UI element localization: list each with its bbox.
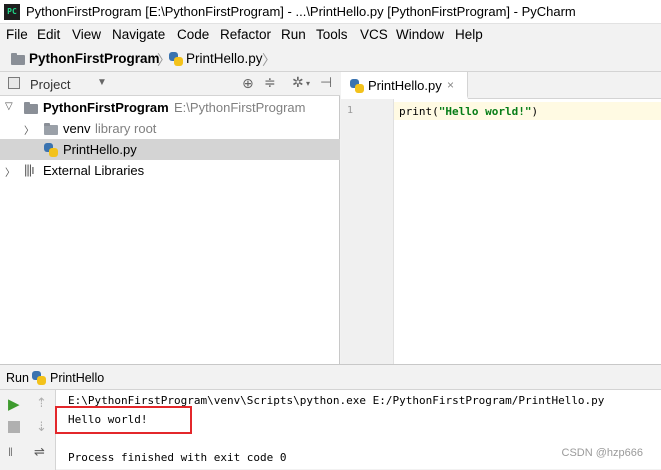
arrow-down-icon[interactable]: ⇣ [36, 419, 47, 435]
tree-item-label: venv [63, 121, 91, 136]
menu-code[interactable]: Code [177, 27, 209, 42]
collapse-all-icon[interactable]: ≑ [264, 74, 276, 91]
menu-bar: File Edit View Navigate Code Refactor Ru… [0, 24, 661, 46]
code-line[interactable]: print("Hello world!") [399, 105, 538, 118]
watermark: CSDN @hzp666 [561, 447, 643, 459]
code-string: "Hello world!" [438, 105, 532, 118]
tree-item-external-libraries[interactable]: 〉 |||ı External Libraries [0, 160, 340, 181]
run-config-name[interactable]: PrintHello [50, 371, 104, 385]
project-tool-window: Project ▼ ⊕ ≑ ✲ ▾ ⊣ ▽ PythonFirstProgram… [0, 72, 340, 364]
chevron-right-icon: 〉 [262, 52, 276, 68]
breadcrumb-file[interactable]: PrintHello.py [186, 51, 263, 66]
soft-wrap-icon[interactable]: ⇌ [34, 444, 45, 460]
arrow-up-icon[interactable]: ⇡ [36, 395, 47, 411]
annotation-highlight-box [55, 406, 192, 434]
tree-item-venv[interactable]: 〉 venv library root [0, 118, 340, 139]
library-folder-icon [44, 123, 58, 135]
menu-file[interactable]: File [6, 27, 28, 42]
close-icon[interactable]: × [447, 78, 454, 92]
chevron-down-icon[interactable]: ▼ [97, 77, 107, 88]
libraries-icon: |||ı [24, 162, 35, 177]
chevron-down-icon[interactable]: ▾ [306, 79, 310, 88]
run-toolbar: ▶ ⇡ ⇣ ‖ ⇌ [0, 390, 56, 470]
tab-label: PrintHello.py [368, 78, 442, 93]
title-bar: PC PythonFirstProgram [E:\PythonFirstPro… [0, 0, 661, 24]
menu-navigate[interactable]: Navigate [112, 27, 165, 42]
menu-run[interactable]: Run [281, 27, 306, 42]
menu-refactor[interactable]: Refactor [220, 27, 271, 42]
tree-item-hint: library root [95, 121, 157, 136]
folder-icon [24, 102, 38, 114]
code-paren: ) [531, 105, 539, 118]
menu-window[interactable]: Window [396, 27, 444, 42]
python-file-icon [169, 52, 183, 66]
rerun-icon[interactable]: ▶ [8, 395, 20, 413]
tree-item-label: PythonFirstProgram [43, 100, 169, 115]
menu-edit[interactable]: Edit [37, 27, 60, 42]
breadcrumb: PythonFirstProgram 〉 PrintHello.py 〉 [0, 46, 661, 72]
tree-item-project-root[interactable]: ▽ PythonFirstProgram E:\PythonFirstProgr… [0, 97, 340, 118]
menu-view[interactable]: View [72, 27, 101, 42]
pause-icon[interactable]: ‖ [8, 445, 13, 459]
gear-icon[interactable]: ✲ [292, 74, 304, 91]
editor: PrintHello.py × 1 print("Hello world!") [341, 72, 661, 364]
tree-item-printhello[interactable]: PrintHello.py [0, 139, 340, 160]
hide-panel-icon[interactable]: ⊣ [320, 74, 332, 91]
line-number: 1 [347, 105, 354, 116]
breadcrumb-project[interactable]: PythonFirstProgram [29, 51, 160, 66]
chevron-down-icon[interactable]: ▽ [5, 101, 13, 112]
console-exit-status: Process finished with exit code 0 [68, 451, 287, 464]
run-panel-label: Run [6, 371, 29, 385]
menu-help[interactable]: Help [455, 27, 483, 42]
project-view-icon [8, 77, 20, 89]
menu-vcs[interactable]: VCS [360, 27, 388, 42]
editor-tab-bar: PrintHello.py × [341, 72, 661, 99]
chevron-right-icon[interactable]: 〉 [24, 122, 34, 137]
python-file-icon [32, 371, 46, 385]
tab-printhello[interactable]: PrintHello.py × [341, 72, 468, 99]
run-panel-header: Run PrintHello [0, 365, 661, 390]
tree-item-label: PrintHello.py [63, 142, 137, 157]
python-file-icon [44, 143, 58, 157]
project-panel-header: Project ▼ ⊕ ≑ ✲ ▾ ⊣ [0, 72, 340, 96]
project-view-label[interactable]: Project [30, 77, 70, 92]
python-file-icon [350, 79, 364, 93]
chevron-right-icon[interactable]: 〉 [5, 164, 15, 179]
window-title: PythonFirstProgram [E:\PythonFirstProgra… [26, 4, 576, 19]
pycharm-logo-icon: PC [4, 4, 20, 20]
code-function: print( [399, 105, 439, 118]
stop-icon[interactable] [8, 421, 20, 433]
tree-item-label: External Libraries [43, 163, 145, 178]
locate-icon[interactable]: ⊕ [242, 75, 254, 92]
editor-gutter: 1 [341, 99, 394, 364]
menu-tools[interactable]: Tools [316, 27, 348, 42]
tree-item-path: E:\PythonFirstProgram [174, 100, 306, 115]
folder-icon [11, 53, 25, 65]
